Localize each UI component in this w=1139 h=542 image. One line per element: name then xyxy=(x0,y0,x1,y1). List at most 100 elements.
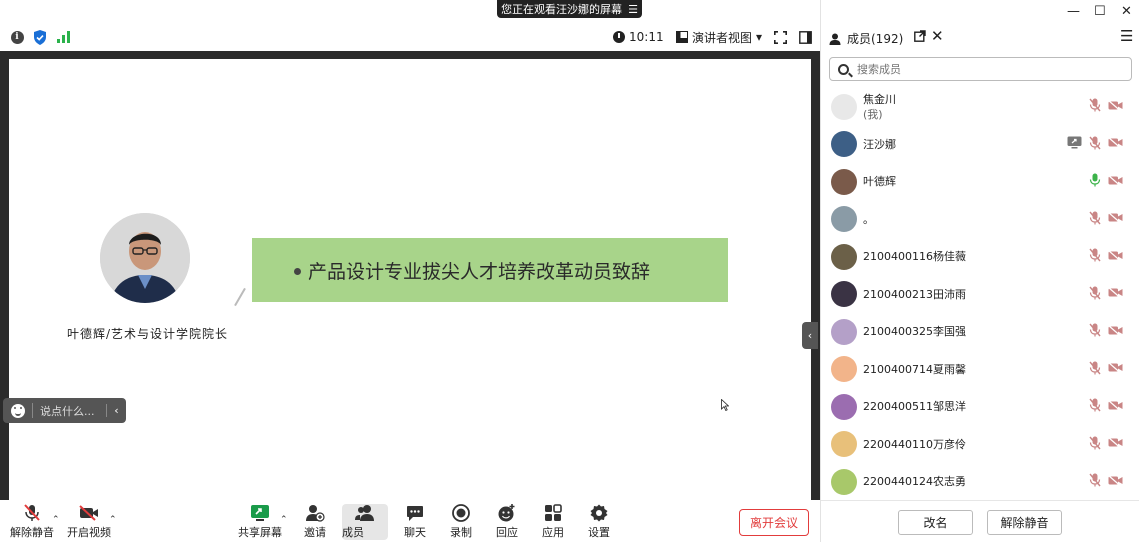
search-icon xyxy=(838,63,849,75)
video-off-icon[interactable] xyxy=(1108,249,1123,264)
member-row[interactable]: (我) 焦金川 xyxy=(821,88,1139,125)
info-icon[interactable]: i xyxy=(9,29,25,45)
mic-muted-icon[interactable] xyxy=(1089,323,1101,340)
member-name: 2100400116杨佳薇 xyxy=(863,250,966,263)
video-off-icon[interactable] xyxy=(1108,362,1123,376)
reactions-button[interactable]: 回应 xyxy=(494,504,520,540)
member-name: 2100400714夏雨馨 xyxy=(863,362,966,376)
chat-button[interactable]: 聊天 xyxy=(402,504,428,540)
shield-icon[interactable] xyxy=(32,29,48,45)
member-row[interactable]: 汪沙娜 xyxy=(821,126,1139,163)
share-banner-text: 您正在观看汪沙娜的屏幕 xyxy=(501,3,623,16)
minimize-window-button[interactable]: — xyxy=(1067,4,1080,19)
video-off-icon[interactable] xyxy=(1108,174,1123,189)
unmute-button[interactable]: 解除静音 xyxy=(10,504,54,540)
apps-button[interactable]: 应用 xyxy=(540,504,566,540)
mic-muted-icon[interactable] xyxy=(1089,248,1101,265)
chevron-up-icon[interactable]: ⌃ xyxy=(52,515,60,525)
unmute-all-button[interactable]: 解除静音 xyxy=(987,510,1062,535)
invite-button[interactable]: 邀请 xyxy=(299,504,331,540)
leave-meeting-button[interactable]: 离开会议 xyxy=(739,509,809,536)
video-off-icon[interactable] xyxy=(1108,324,1123,339)
member-row[interactable]: 2200440110万彦伶 xyxy=(821,426,1139,463)
share-screen-button[interactable]: 共享屏幕 xyxy=(238,504,282,540)
meeting-window: 您正在观看汪沙娜的屏幕 ☰ i 10:11 演讲者视图 ▾ 叶德辉/艺术与设计学… xyxy=(0,0,1139,542)
mic-active-icon[interactable] xyxy=(1089,173,1101,190)
member-name: 焦金川 xyxy=(863,93,896,106)
chevron-up-icon[interactable]: ⌃ xyxy=(280,515,288,525)
meeting-clock: 10:11 xyxy=(613,29,664,45)
chat-label: 聊天 xyxy=(404,526,426,539)
record-button[interactable]: 录制 xyxy=(448,504,474,540)
mic-muted-icon[interactable] xyxy=(1089,286,1101,303)
members-button[interactable]: 成员(99+) xyxy=(342,504,388,542)
fullscreen-icon[interactable] xyxy=(772,29,788,45)
settings-button[interactable]: 设置 xyxy=(586,504,612,540)
record-icon xyxy=(451,504,471,522)
screen-share-banner[interactable]: 您正在观看汪沙娜的屏幕 ☰ xyxy=(497,0,642,18)
screen-sharing-icon xyxy=(1067,136,1082,152)
menu-icon[interactable]: ☰ xyxy=(628,3,638,16)
member-row[interactable]: 。 xyxy=(821,201,1139,238)
video-off-icon[interactable] xyxy=(1108,137,1123,151)
member-avatar xyxy=(831,431,857,457)
close-panel-button[interactable]: ✕ xyxy=(931,27,944,45)
popout-icon[interactable] xyxy=(914,30,926,45)
member-row[interactable]: 叶德辉 xyxy=(821,163,1139,200)
member-list: (我) 焦金川 汪沙娜 叶德辉。 2100400116杨佳薇 2100400213田沛雨 2… xyxy=(821,88,1139,500)
member-row[interactable]: 2200400511邹思洋 xyxy=(821,388,1139,425)
speaker-caption: 叶德辉/艺术与设计学院院长 xyxy=(67,327,229,341)
member-name: 2200440110万彦伶 xyxy=(863,437,966,451)
chevron-up-icon[interactable]: ⌃ xyxy=(109,515,117,525)
members-panel: — ☐ ✕ 成员(192) ✕ ☰ (我) 焦金川汪沙娜叶德辉。 210040011… xyxy=(820,0,1139,542)
member-row[interactable]: 2100400714夏雨馨 xyxy=(821,351,1139,388)
view-mode-select[interactable]: 演讲者视图 ▾ xyxy=(676,29,762,45)
member-avatar xyxy=(831,468,857,495)
member-name: 叶德辉 xyxy=(863,175,896,188)
view-mode-label: 演讲者视图 xyxy=(692,30,753,45)
start-video-button[interactable]: 开启视频 xyxy=(66,504,112,540)
video-off-icon[interactable] xyxy=(1108,287,1123,301)
members-label: 成员(99+) xyxy=(342,526,374,542)
speaker-photo xyxy=(100,213,190,303)
member-search-input[interactable] xyxy=(857,62,1117,76)
slide-title: 产品设计专业拔尖人才培养改革动员致辞 xyxy=(308,260,651,283)
video-off-icon[interactable] xyxy=(1108,437,1123,451)
sidebar-toggle-icon[interactable] xyxy=(797,29,813,45)
panel-expand-button[interactable]: ‹ xyxy=(802,322,818,349)
video-off-icon[interactable] xyxy=(1108,212,1123,226)
mic-muted-icon[interactable] xyxy=(1089,211,1101,228)
person-icon xyxy=(829,33,841,45)
gear-icon xyxy=(589,504,609,522)
mic-muted-icon[interactable] xyxy=(1089,398,1101,415)
mic-muted-icon[interactable] xyxy=(1089,436,1101,453)
mic-muted-icon[interactable] xyxy=(1089,473,1101,490)
member-row[interactable]: 2200440124农志勇 xyxy=(821,463,1139,500)
invite-label: 邀请 xyxy=(304,526,326,539)
mic-muted-icon[interactable] xyxy=(1089,98,1101,115)
signal-strength-icon[interactable] xyxy=(56,29,72,45)
decorative-line xyxy=(234,287,246,307)
member-row[interactable]: 2100400213田沛雨 xyxy=(821,276,1139,313)
mic-muted-icon[interactable] xyxy=(1089,136,1101,153)
video-off-icon[interactable] xyxy=(1108,99,1123,114)
video-off-icon[interactable] xyxy=(1108,474,1123,489)
more-menu-icon[interactable]: ☰ xyxy=(1120,27,1133,45)
member-name: 。 xyxy=(863,212,874,226)
apps-label: 应用 xyxy=(542,526,564,539)
quick-chat-input[interactable]: 说点什么... ‹ xyxy=(3,398,126,423)
layout-icon xyxy=(676,31,688,43)
share-screen-label: 共享屏幕 xyxy=(238,526,282,539)
member-search[interactable] xyxy=(829,57,1132,81)
unmute-label: 解除静音 xyxy=(10,526,54,539)
close-window-button[interactable]: ✕ xyxy=(1121,4,1132,19)
mic-muted-icon[interactable] xyxy=(1089,361,1101,378)
maximize-window-button[interactable]: ☐ xyxy=(1094,4,1106,19)
collapse-chat-button[interactable]: ‹ xyxy=(106,404,126,417)
members-title: 成员(192) xyxy=(829,30,903,47)
video-off-icon[interactable] xyxy=(1108,399,1123,414)
rename-button[interactable]: 改名 xyxy=(898,510,973,535)
member-row[interactable]: 2100400116杨佳薇 xyxy=(821,238,1139,275)
member-row[interactable]: 2100400325李国强 xyxy=(821,313,1139,350)
emoji-icon[interactable] xyxy=(11,403,25,418)
